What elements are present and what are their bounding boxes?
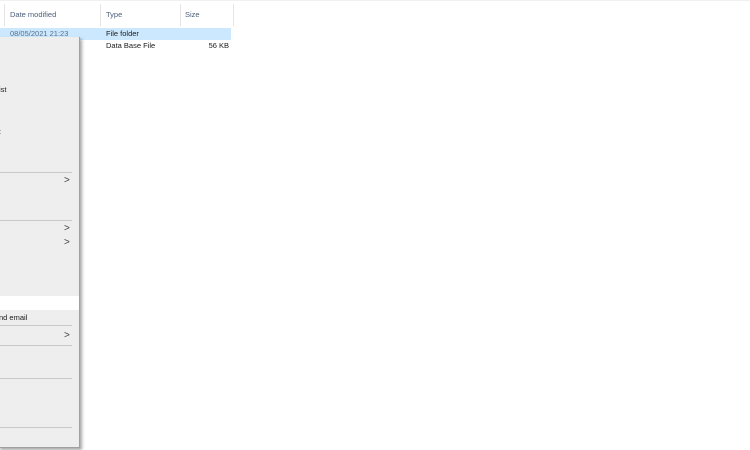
context-menu-submenu-item[interactable]: > xyxy=(0,175,79,187)
context-menu-submenu-item[interactable]: > xyxy=(0,330,79,342)
column-header-date-modified[interactable]: Date modified xyxy=(10,4,56,26)
menu-separator xyxy=(0,172,72,173)
chevron-right-icon: > xyxy=(64,237,70,248)
context-menu-item-label: ist xyxy=(0,85,7,94)
context-menu-item[interactable]: nd email xyxy=(0,312,79,324)
chevron-right-icon: > xyxy=(64,175,70,186)
menu-separator xyxy=(0,378,72,379)
menu-separator xyxy=(0,325,72,326)
column-header-size[interactable]: Size xyxy=(185,4,200,26)
menu-separator xyxy=(0,220,72,221)
row-type: Data Base File xyxy=(106,41,156,50)
column-header-type[interactable]: Type xyxy=(106,4,122,26)
chevron-right-icon: > xyxy=(64,223,70,234)
context-menu-item-label: nd email xyxy=(0,313,28,322)
column-separator[interactable] xyxy=(233,4,234,26)
explorer-window: Date modified Type Size 08/05/2021 21:23… xyxy=(0,0,750,450)
context-menu-item-label: : xyxy=(0,126,1,138)
column-separator[interactable] xyxy=(100,4,101,26)
column-separator[interactable] xyxy=(180,4,181,26)
chevron-right-icon: > xyxy=(64,330,70,341)
context-menu: ist : > > > nd email > xyxy=(0,37,80,448)
context-menu-submenu-item[interactable]: > xyxy=(0,237,79,249)
row-size: 56 KB xyxy=(208,41,229,50)
column-separator[interactable] xyxy=(4,4,5,26)
menu-hover-highlight[interactable] xyxy=(0,296,79,310)
menu-separator xyxy=(0,427,72,428)
context-menu-item[interactable]: : xyxy=(0,126,79,138)
row-type: File folder xyxy=(106,29,139,38)
menu-separator xyxy=(0,345,72,346)
row-size xyxy=(187,28,229,40)
context-menu-submenu-item[interactable]: > xyxy=(0,223,79,235)
context-menu-item[interactable]: ist xyxy=(0,84,79,96)
top-border xyxy=(0,0,750,1)
